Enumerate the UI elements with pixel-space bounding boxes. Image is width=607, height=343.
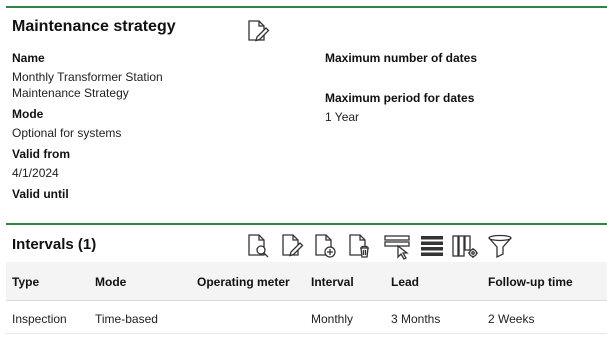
cell-lead: 3 Months [391,312,441,326]
name-value-line1: Monthly Transformer Station [12,70,163,84]
valid-until-label: Valid until [12,187,69,201]
max-dates-label: Maximum number of dates [325,51,478,65]
column-header-lead[interactable]: Lead [391,275,419,289]
valid-from-value: 4/1/2024 [12,166,59,180]
delete-document-icon[interactable] [347,233,373,259]
edit-document-icon[interactable] [246,19,272,43]
intervals-panel: Intervals (1) Type Mode Operating meter … [6,223,607,343]
cell-interval: Monthly [311,312,354,326]
mode-value: Optional for systems [12,126,122,140]
column-header-type[interactable]: Type [12,275,39,289]
add-document-icon[interactable] [313,233,339,259]
cell-follow-up-time: 2 Weeks [488,312,535,326]
mode-label: Mode [12,107,44,121]
maintenance-strategy-panel: Maintenance strategy Name Monthly Transf… [6,6,607,218]
filter-icon[interactable] [487,234,513,260]
column-settings-icon[interactable] [452,234,480,260]
column-header-mode[interactable]: Mode [95,275,126,289]
max-period-label: Maximum period for dates [325,91,475,105]
view-document-icon[interactable] [246,233,272,259]
panel-title: Maintenance strategy [12,18,176,35]
column-header-operating-meter[interactable]: Operating meter [197,275,290,289]
cell-mode: Time-based [95,312,158,326]
select-rows-icon[interactable] [384,234,412,260]
intervals-title: Intervals (1) [12,236,97,253]
cell-type: Inspection [12,312,67,326]
column-header-interval[interactable]: Interval [311,275,354,289]
max-period-value: 1 Year [325,110,360,124]
row-density-icon[interactable] [420,234,444,258]
valid-from-label: Valid from [12,147,71,161]
table-row[interactable]: Inspection Time-based Monthly 3 Months 2… [6,301,607,334]
name-label: Name [12,51,45,65]
name-value-line2: Maintenance Strategy [12,86,129,100]
edit-document-icon[interactable] [280,233,306,259]
table-header: Type Mode Operating meter Interval Lead … [6,262,607,301]
column-header-follow-up-time[interactable]: Follow-up time [488,275,573,289]
